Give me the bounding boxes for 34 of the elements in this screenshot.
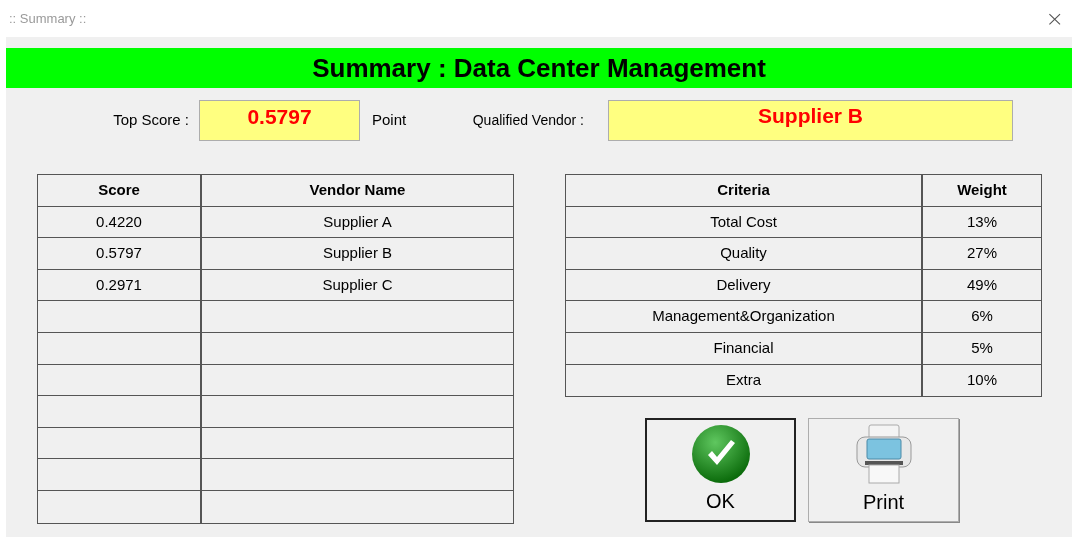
- column-header: Score: [98, 180, 140, 201]
- column-header: Vendor Name: [309, 180, 406, 201]
- column-header: Criteria: [717, 180, 770, 201]
- field-label: Qualified Vendor :: [471, 110, 585, 130]
- printer-icon: [854, 423, 913, 486]
- table-cell-text: Delivery: [716, 274, 771, 295]
- table-cell-text: 49%: [967, 274, 997, 295]
- table-cell-text: 0.4220: [96, 211, 142, 232]
- top-score-field: 0.5797: [199, 99, 360, 141]
- print-button[interactable]: Print: [808, 418, 959, 523]
- table-cell-text: Extra: [726, 370, 761, 391]
- table-cell-text: Quality: [720, 243, 767, 264]
- table-cell-text: 10%: [967, 370, 997, 391]
- table-cell-text: Supplier B: [322, 243, 393, 264]
- table-cell-text: 0.5797: [96, 243, 142, 264]
- column-header: Weight: [957, 180, 1007, 201]
- table-cell-text: Supplier A: [323, 211, 392, 232]
- qualified-vendor-field: Supplier B: [608, 99, 1013, 141]
- table-cell-text: Total Cost: [710, 211, 777, 232]
- table-cell-text: 6%: [971, 306, 993, 327]
- dialog-header: Summary : Data Center Management: [6, 48, 1072, 88]
- table-cell-text: Financial: [713, 338, 774, 358]
- table-cell-text: 27%: [967, 243, 997, 264]
- close-button[interactable]: ×: [1045, 7, 1064, 30]
- field-label: Top Score :: [112, 109, 190, 130]
- ok-button[interactable]: OK: [645, 418, 796, 523]
- window-title: :: Summary ::: [9, 9, 87, 28]
- table-cell-text: 5%: [971, 338, 993, 358]
- unit-label: Point: [372, 109, 408, 130]
- checkmark-icon: [690, 424, 751, 485]
- table-cell-text: Management&Organization: [652, 306, 835, 327]
- table-cell-text: Supplier C: [322, 274, 393, 295]
- table-cell-text: 13%: [967, 211, 997, 232]
- table-cell-text: 0.2971: [96, 274, 142, 295]
